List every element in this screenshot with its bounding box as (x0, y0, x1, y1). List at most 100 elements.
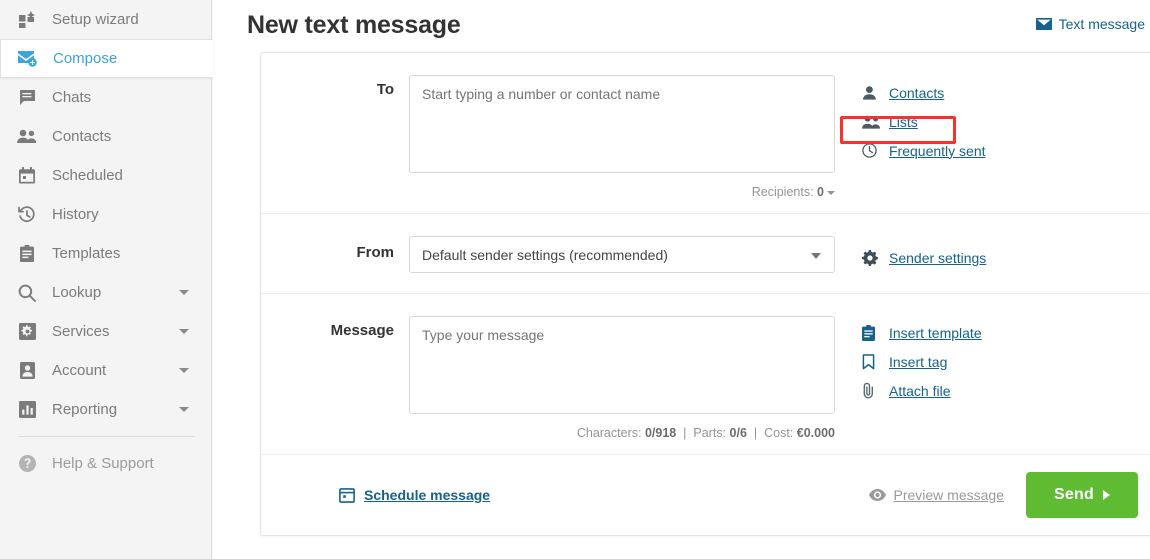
message-row: Message Characters: 0/918 | Parts: 0/6 |… (261, 294, 1150, 455)
to-label: To (376, 81, 394, 98)
person-icon (862, 85, 884, 100)
message-counter: Characters: 0/918 | Parts: 0/6 | Cost: €… (409, 419, 835, 440)
counter-sep-1: | (679, 426, 690, 440)
contacts-people-icon (14, 126, 40, 148)
compose-card: To Recipients: 0 (260, 52, 1150, 536)
sidebar-item-lookup[interactable]: Lookup (0, 273, 211, 312)
card-footer: Schedule message Preview message Send (261, 455, 1150, 535)
page-title: New text message (247, 11, 461, 39)
chevron-down-icon[interactable] (811, 253, 821, 259)
cost-value: €0.000 (796, 426, 835, 440)
insert-template-label: Insert template (889, 324, 982, 341)
chevron-down-icon[interactable] (179, 368, 189, 373)
clock-icon (862, 143, 884, 158)
eye-icon (868, 489, 886, 501)
insert-tag-link[interactable]: Insert tag (862, 347, 1150, 376)
sidebar-item-compose[interactable]: Compose (0, 39, 213, 78)
counter-sep-2: | (750, 426, 761, 440)
magnifier-icon (14, 282, 40, 304)
lists-link-label: Lists (889, 113, 918, 130)
sidebar-item-label: Account (52, 362, 107, 379)
chevron-down-icon[interactable] (827, 190, 835, 195)
compose-envelope-icon (15, 48, 41, 70)
sidebar-item-help-support[interactable]: Help & Support (0, 444, 211, 483)
user-square-icon (14, 360, 40, 382)
chevron-down-icon[interactable] (179, 329, 189, 334)
characters-value: 0/918 (644, 426, 677, 440)
sidebar-item-setup-wizard[interactable]: Setup wizard (0, 0, 211, 39)
to-row: To Recipients: 0 (261, 53, 1150, 214)
sidebar-item-reporting[interactable]: Reporting (0, 390, 211, 429)
message-input[interactable] (409, 316, 835, 414)
sidebar-item-label: Scheduled (52, 167, 123, 184)
clipboard-icon (14, 243, 40, 265)
clipboard-icon (862, 324, 884, 341)
page-header: New text message Text message (247, 0, 1150, 52)
sender-select-value: Default sender settings (recommended) (422, 246, 668, 263)
footer-right: Preview message Send (868, 472, 1150, 518)
main-content: New text message Text message To Start t… (212, 0, 1150, 559)
from-field-wrap: Default sender settings (recommended) (409, 236, 835, 273)
parts-label: Parts: (693, 426, 727, 440)
sidebar-item-services[interactable]: Services (0, 312, 211, 351)
attach-file-link[interactable]: Attach file (862, 376, 1150, 405)
sidebar-item-label: Help & Support (52, 455, 154, 472)
sidebar-item-label: Chats (52, 89, 92, 106)
contacts-link[interactable]: Contacts (862, 78, 1150, 107)
send-button[interactable]: Send (1026, 472, 1138, 518)
insert-tag-label: Insert tag (889, 353, 948, 370)
contacts-link-label: Contacts (889, 84, 945, 101)
message-side-links: Insert template Insert tag Attach file (835, 316, 1150, 440)
envelope-icon (1035, 18, 1052, 30)
parts-value: 0/6 (729, 426, 747, 440)
sidebar-item-account[interactable]: Account (0, 351, 211, 390)
bookmark-icon (862, 353, 884, 370)
sidebar-item-label: Lookup (52, 284, 102, 301)
sidebar-divider (18, 436, 195, 437)
gear-icon (862, 249, 884, 266)
footer-left: Schedule message (261, 487, 490, 503)
sidebar-item-history[interactable]: History (0, 195, 211, 234)
chat-bubble-icon (14, 87, 40, 109)
sidebar: Setup wizard Compose Chats Contacts Sche… (0, 0, 213, 559)
insert-template-link[interactable]: Insert template (862, 318, 1150, 347)
sidebar-item-chats[interactable]: Chats (0, 78, 211, 117)
from-label: From (356, 244, 395, 261)
sidebar-item-label: Compose (53, 50, 118, 67)
characters-label: Characters: (576, 426, 642, 440)
sender-settings-link[interactable]: Sender settings (862, 243, 1150, 272)
recipients-counter[interactable]: Recipients: 0 (409, 178, 835, 199)
sidebar-item-contacts[interactable]: Contacts (0, 117, 211, 156)
sidebar-item-label: Contacts (52, 128, 112, 145)
chevron-down-icon[interactable] (179, 290, 189, 295)
calendar-icon (14, 165, 40, 187)
sender-select[interactable]: Default sender settings (recommended) (409, 236, 835, 273)
to-input[interactable] (409, 75, 835, 173)
send-button-label: Send (1054, 486, 1094, 503)
schedule-message-link[interactable]: Schedule message (339, 487, 490, 503)
sidebar-item-scheduled[interactable]: Scheduled (0, 156, 211, 195)
schedule-message-label: Schedule message (364, 487, 491, 503)
cost-label: Cost: (764, 426, 794, 440)
preview-message-link[interactable]: Preview message (868, 487, 1005, 503)
calendar-icon (339, 487, 355, 503)
sidebar-item-label: Services (52, 323, 110, 340)
message-type-selector[interactable]: Text message (1035, 8, 1150, 32)
gear-square-icon (14, 321, 40, 343)
lists-link[interactable]: Lists (840, 107, 1150, 144)
to-side-links: Contacts Lists Frequently sent (835, 75, 1150, 199)
sender-settings-label: Sender settings (889, 249, 987, 266)
from-side-links: Sender settings (835, 236, 1150, 273)
to-field-wrap: Recipients: 0 (409, 75, 835, 199)
attach-file-label: Attach file (889, 382, 951, 399)
frequently-sent-link[interactable]: Frequently sent (862, 136, 1150, 165)
frequently-sent-link-label: Frequently sent (889, 142, 986, 159)
grid-wizard-icon (14, 9, 40, 31)
people-icon (862, 115, 884, 129)
chevron-down-icon[interactable] (179, 407, 189, 412)
preview-message-label: Preview message (893, 487, 1005, 503)
recipients-label: Recipients: (751, 185, 814, 199)
arrow-right-icon (1102, 490, 1110, 500)
sidebar-item-templates[interactable]: Templates (0, 234, 211, 273)
app-root: Setup wizard Compose Chats Contacts Sche… (0, 0, 1150, 559)
